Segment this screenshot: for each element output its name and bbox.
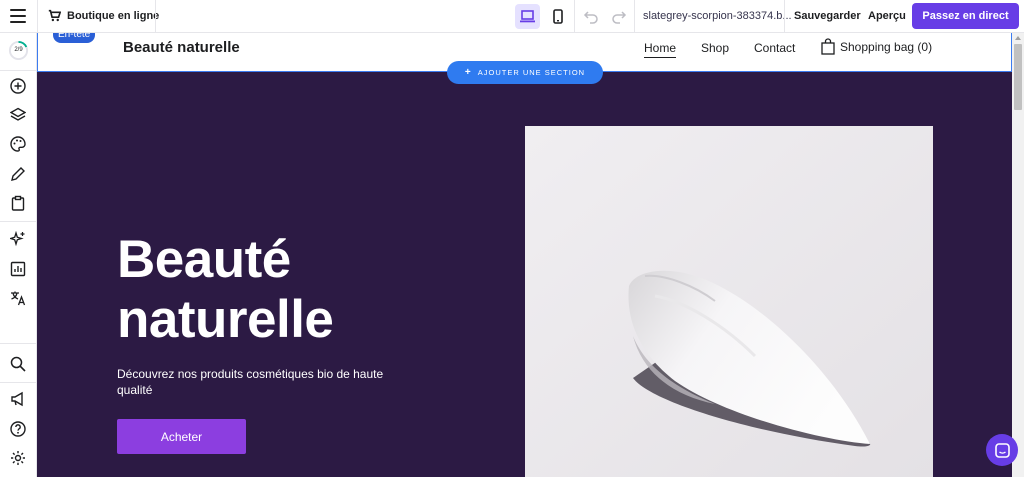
bag-icon [821, 38, 835, 55]
settings-icon[interactable] [10, 450, 26, 466]
hero-subtitle[interactable]: Découvrez nos produits cosmétiques bio d… [117, 366, 387, 398]
toolbar-divider [574, 0, 575, 33]
toolbar-divider [155, 0, 156, 33]
megaphone-icon[interactable] [10, 391, 26, 407]
preview-button[interactable]: Aperçu [868, 10, 906, 22]
cart-icon [48, 9, 61, 22]
toolbar-divider [784, 0, 785, 33]
help-icon[interactable] [10, 421, 26, 437]
pen-icon[interactable] [10, 166, 26, 182]
nav-home[interactable]: Home [644, 41, 677, 58]
redo-icon[interactable] [611, 8, 627, 24]
bag-label: Shopping bag (0) [840, 39, 933, 54]
sidebar-divider [0, 382, 37, 383]
shopping-bag-link[interactable]: Shopping bag (0) [821, 38, 932, 55]
translate-icon[interactable] [10, 290, 26, 306]
desktop-view-button[interactable] [515, 4, 540, 29]
desktop-icon [520, 10, 535, 23]
store-selector[interactable]: Boutique en ligne [48, 9, 159, 22]
palette-icon[interactable] [10, 136, 26, 152]
nav-shop[interactable]: Shop [701, 41, 729, 55]
analytics-icon[interactable] [10, 261, 26, 277]
header-section-tag[interactable]: En-tête [53, 33, 96, 43]
sidebar-divider [0, 343, 37, 344]
add-icon[interactable] [10, 78, 26, 94]
sparkle-icon[interactable] [8, 230, 26, 247]
nav-contact[interactable]: Contact [754, 41, 795, 55]
undo-icon[interactable] [583, 8, 599, 24]
save-button[interactable]: Sauvegarder [794, 10, 861, 22]
canvas-scrollbar[interactable] [1012, 33, 1024, 477]
chat-icon [994, 442, 1010, 458]
menu-icon[interactable] [10, 9, 26, 23]
sidebar-divider [0, 70, 37, 71]
mobile-view-button[interactable] [545, 4, 570, 29]
site-brand[interactable]: Beauté naturelle [123, 39, 240, 56]
hero-image[interactable] [525, 126, 933, 477]
chat-button[interactable] [986, 434, 1018, 466]
top-toolbar: Boutique en ligne slategrey-scorpion-383… [0, 0, 1024, 33]
toolbar-divider [634, 0, 635, 33]
scroll-thumb[interactable] [1014, 44, 1022, 110]
toolbar-divider [37, 0, 38, 33]
cream-swatch-image [525, 126, 933, 477]
sidebar-divider [0, 221, 37, 222]
add-section-label: AJOUTER UNE SECTION [477, 68, 586, 77]
left-sidebar: 2/9 [0, 33, 37, 477]
publish-button[interactable]: Passez en direct [912, 3, 1019, 29]
hero-section[interactable]: Beauté naturelle Découvrez nos produits … [37, 72, 1012, 477]
clipboard-icon[interactable] [10, 195, 26, 211]
plus-icon: + [464, 67, 472, 78]
add-section-button[interactable]: + AJOUTER UNE SECTION [447, 61, 603, 84]
search-icon[interactable] [10, 356, 26, 372]
editor-canvas: Beauté naturelle Home Shop Contact Shopp… [37, 33, 1012, 477]
layers-icon[interactable] [9, 107, 27, 123]
buy-button[interactable]: Acheter [117, 419, 246, 454]
hero-title[interactable]: Beauté naturelle [117, 230, 457, 350]
progress-label: 2/9 [14, 47, 23, 53]
scroll-up-arrow-icon[interactable] [1015, 36, 1021, 40]
store-name: Boutique en ligne [67, 9, 160, 22]
mobile-icon [552, 9, 563, 24]
site-url[interactable]: slategrey-scorpion-383374.b... [643, 10, 792, 22]
